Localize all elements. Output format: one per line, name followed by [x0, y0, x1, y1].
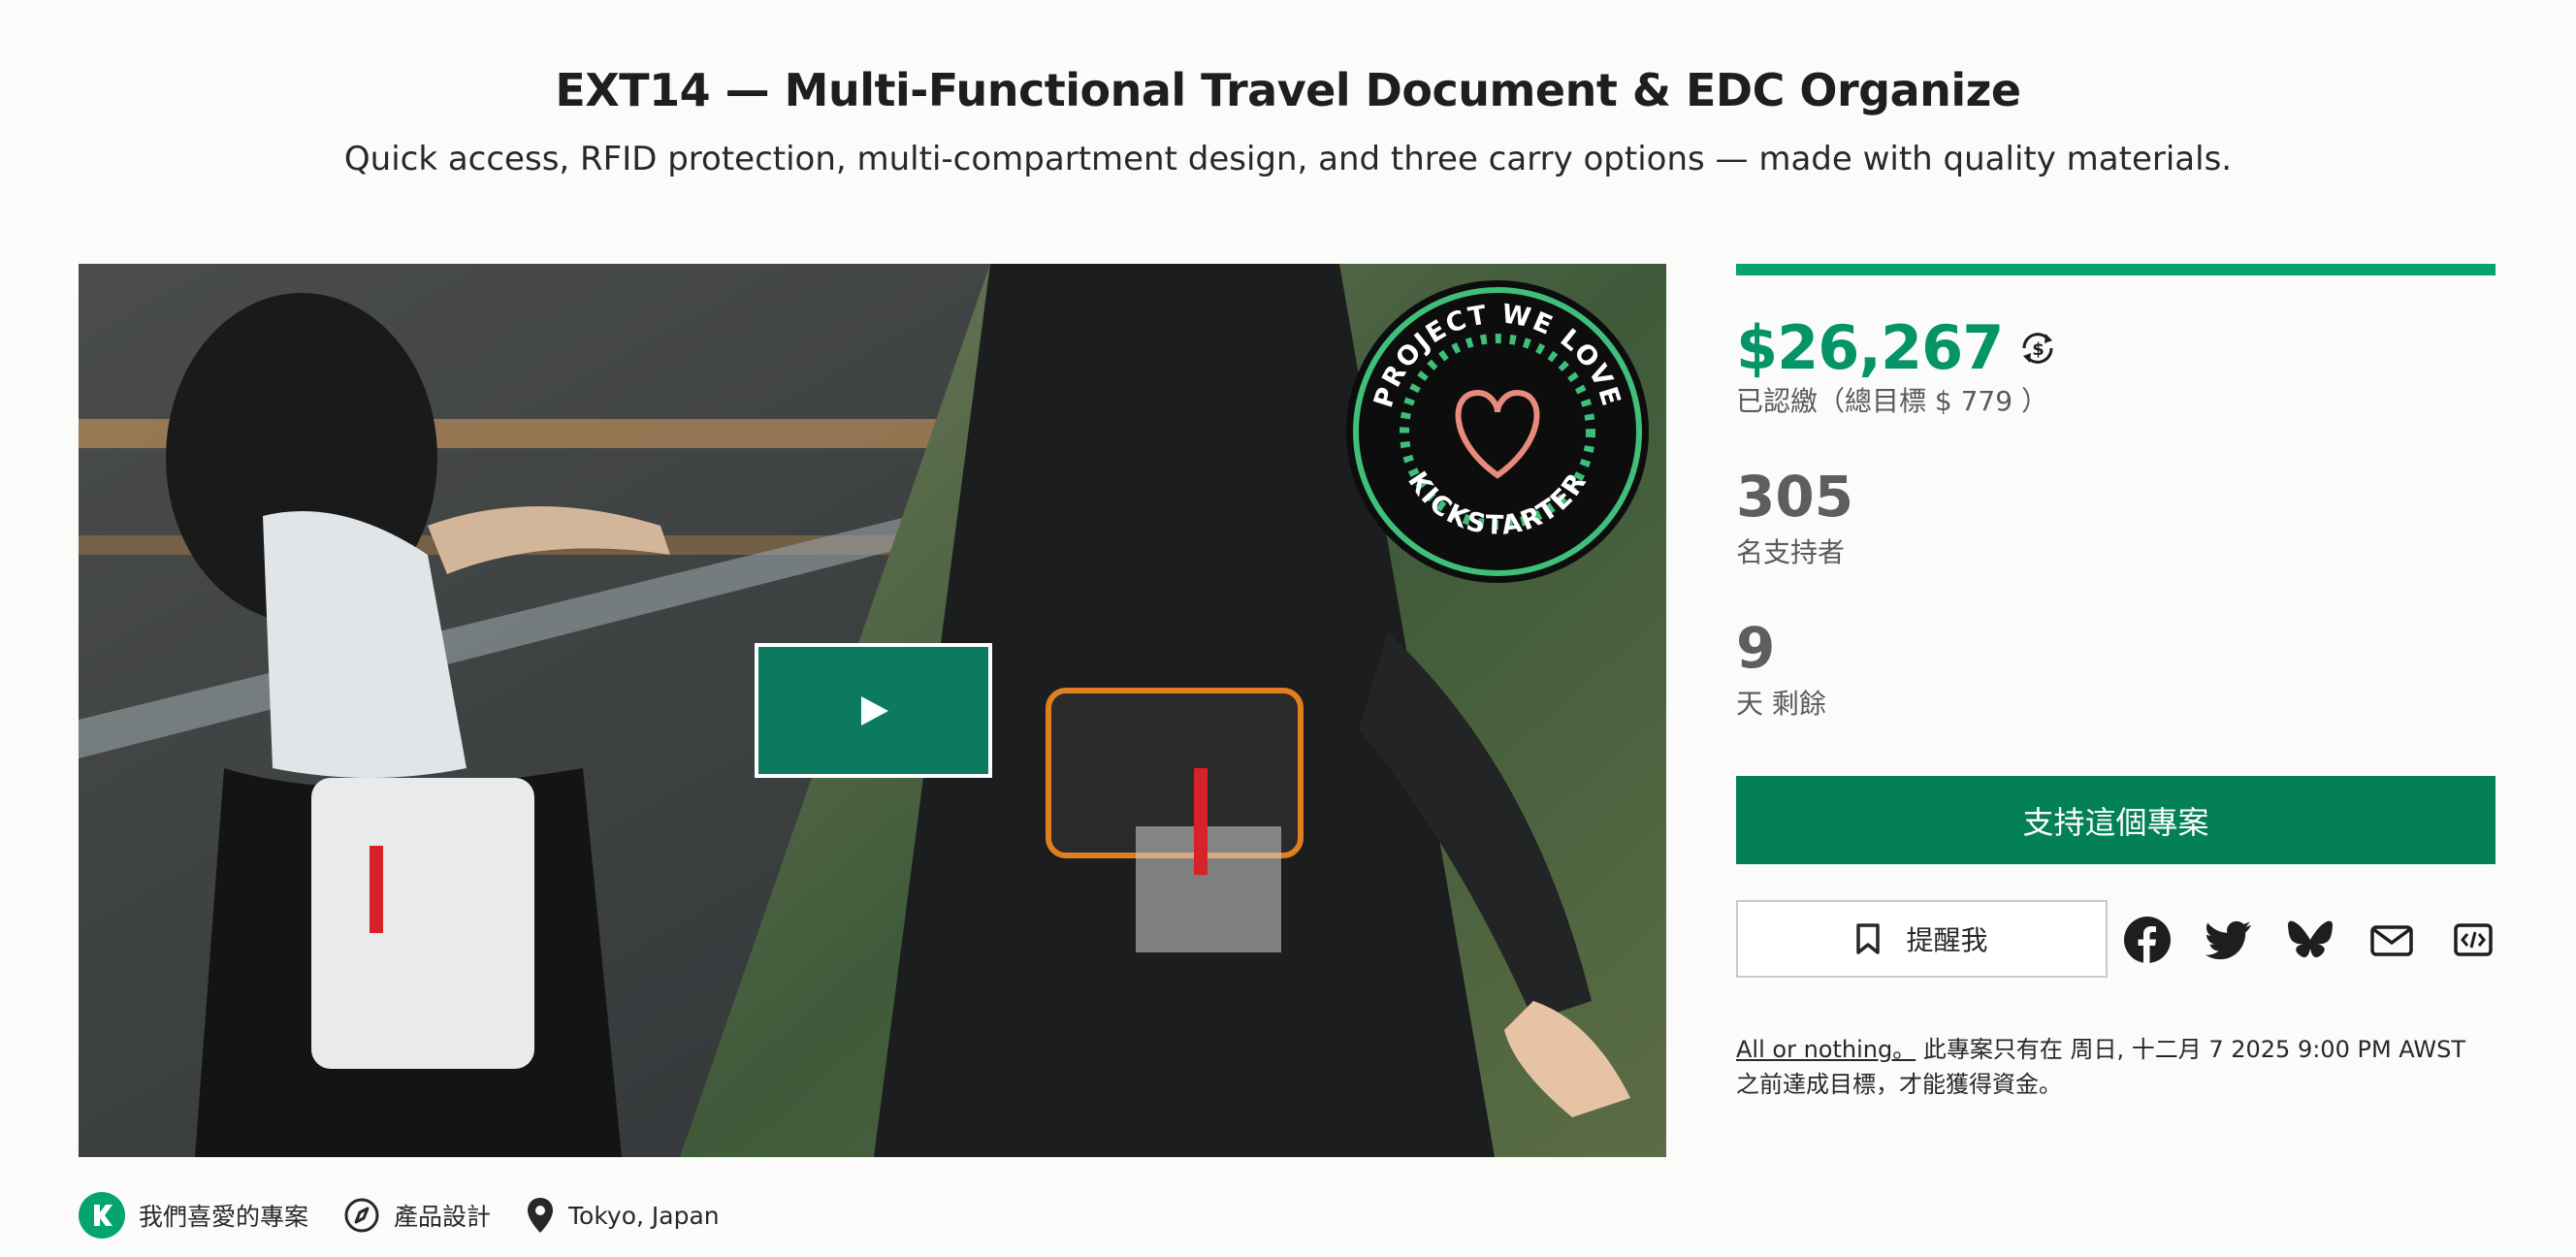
tag-label: 我們喜愛的專案 — [139, 1203, 309, 1231]
tag-label: Tokyo, Japan — [568, 1201, 720, 1230]
share-twitter-button[interactable] — [2205, 916, 2253, 964]
category-link-projects-we-love[interactable]: 我們喜愛的專案 — [79, 1192, 308, 1239]
bluesky-icon — [2288, 920, 2333, 958]
twitter-icon — [2206, 920, 2252, 960]
embed-button[interactable] — [2449, 916, 2497, 964]
location-link[interactable]: Tokyo, Japan — [526, 1196, 720, 1235]
funding-progress-bar — [1736, 264, 2496, 275]
project-meta: 我們喜愛的專案 產品設計 Tokyo, Japan — [79, 1191, 755, 1240]
category-link-product-design[interactable]: 產品設計 — [343, 1197, 491, 1234]
all-or-nothing-link[interactable]: All or nothing。 — [1736, 1036, 1916, 1063]
project-video[interactable]: PROJECT WE LOVE KICKSTARTER — [79, 264, 1666, 1157]
email-icon — [2370, 925, 2413, 956]
share-email-button[interactable] — [2367, 916, 2416, 964]
play-icon — [860, 695, 888, 725]
project-subtitle: Quick access, RFID protection, multi-com… — [343, 140, 2233, 178]
backers-label: 名支持者 — [1736, 536, 1846, 568]
days-label: 天 剩餘 — [1736, 688, 1826, 720]
svg-text:$: $ — [2033, 339, 2045, 360]
play-button[interactable] — [755, 643, 992, 778]
share-facebook-button[interactable] — [2123, 916, 2172, 964]
backers-count: 305 — [1736, 464, 1854, 530]
funding-progress-fill — [1736, 264, 2496, 275]
remind-me-button[interactable]: 提醒我 — [1736, 900, 2108, 978]
kickstarter-k-icon — [79, 1192, 125, 1239]
compass-icon — [343, 1197, 380, 1234]
pledged-amount: $26,267 $ — [1736, 312, 2059, 383]
pledged-value: $26,267 — [1736, 312, 2004, 383]
currency-convert-icon[interactable]: $ — [2016, 327, 2059, 370]
pledged-label: 已認繳（總目標 $ 779 ） — [1736, 385, 2048, 417]
facebook-icon — [2124, 917, 2171, 964]
days-remaining: 9 — [1736, 615, 1776, 681]
bookmark-icon — [1855, 923, 1881, 954]
funding-note: All or nothing。 此專案只有在 周日, 十二月 7 2025 9:… — [1736, 1032, 2496, 1102]
map-pin-icon — [526, 1196, 555, 1235]
tag-label: 產品設計 — [394, 1203, 492, 1231]
embed-icon — [2454, 923, 2493, 956]
project-title: EXT14 — Multi-Functional Travel Document… — [555, 64, 2021, 116]
remind-me-label: 提醒我 — [1906, 924, 1988, 956]
share-bluesky-button[interactable] — [2286, 916, 2334, 964]
back-this-project-button[interactable]: 支持這個專案 — [1736, 776, 2496, 864]
project-we-love-badge: PROJECT WE LOVE KICKSTARTER — [1342, 276, 1653, 587]
